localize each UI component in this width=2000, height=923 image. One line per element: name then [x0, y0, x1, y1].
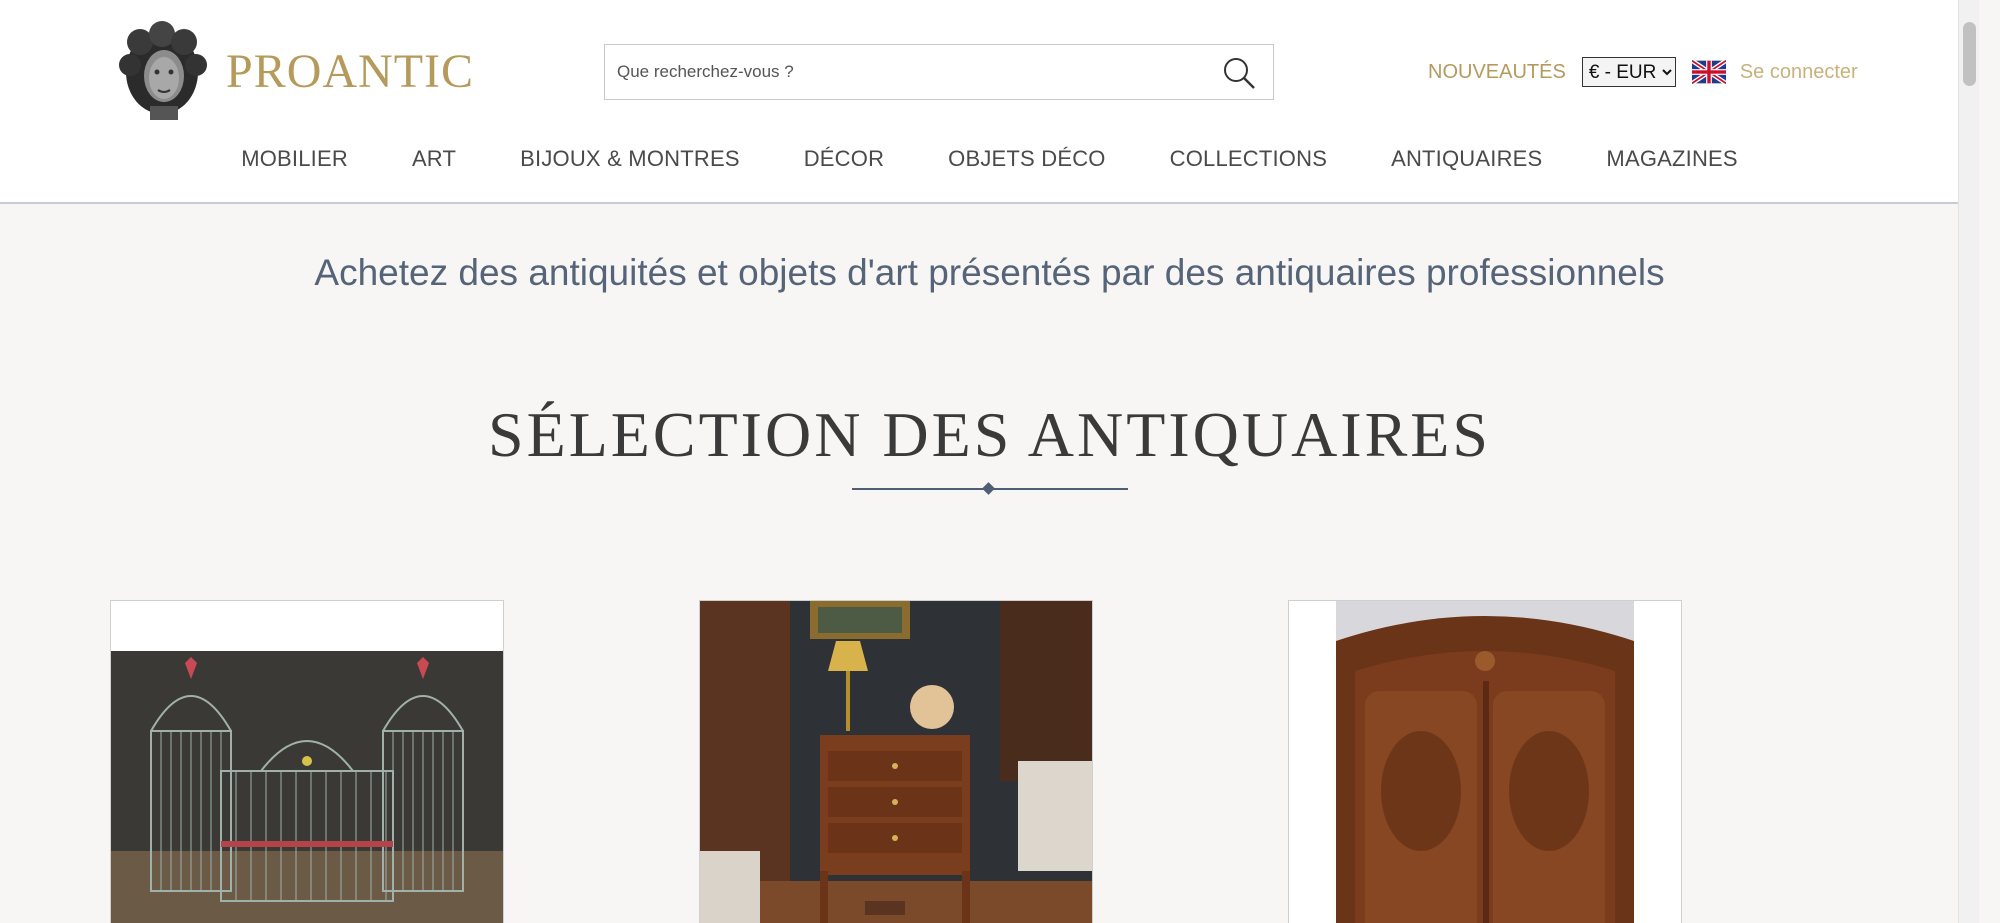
product-card[interactable] — [1288, 600, 1682, 923]
nav-item-mobilier[interactable]: MOBILIER — [241, 146, 348, 172]
logo-link[interactable]: PROANTIC — [112, 20, 474, 122]
search-input[interactable] — [605, 45, 1229, 99]
brand-name: PROANTIC — [226, 44, 475, 98]
bust-logo-icon — [119, 21, 207, 120]
section-title: SÉLECTION DES ANTIQUAIRES — [488, 399, 1491, 470]
search-box — [604, 44, 1274, 100]
nav-item-collections[interactable]: COLLECTIONS — [1170, 146, 1327, 172]
nouveautes-link[interactable]: NOUVEAUTÉS — [1428, 61, 1566, 84]
main-nav: MOBILIER ART BIJOUX & MONTRES DÉCOR OBJE… — [0, 146, 1979, 172]
scrollbar-thumb[interactable] — [1963, 22, 1976, 86]
currency-select[interactable]: € - EUR — [1581, 57, 1676, 87]
title-divider-diamond — [982, 482, 995, 495]
nav-item-art[interactable]: ART — [412, 146, 456, 172]
nav-item-objets-deco[interactable]: OBJETS DÉCO — [948, 146, 1105, 172]
uk-flag-icon[interactable] — [1691, 60, 1726, 84]
nav-item-antiquaires[interactable]: ANTIQUAIRES — [1391, 146, 1542, 172]
product-card[interactable] — [110, 600, 504, 923]
login-link[interactable]: Se connecter — [1740, 61, 1858, 84]
product-image-side-table[interactable] — [700, 601, 1093, 923]
product-card[interactable] — [699, 600, 1093, 923]
search-icon[interactable] — [1221, 55, 1257, 91]
nav-item-bijoux-montres[interactable]: BIJOUX & MONTRES — [520, 146, 740, 172]
page-scrollbar[interactable] — [1958, 0, 1979, 923]
site-header: PROANTIC NOUVEAUTÉS € - EUR — [0, 0, 1979, 204]
nav-item-decor[interactable]: DÉCOR — [804, 146, 884, 172]
product-image-armoire[interactable] — [1289, 601, 1682, 923]
header-tools: NOUVEAUTÉS € - EUR Se connecter — [1428, 55, 1858, 89]
nav-item-magazines[interactable]: MAGAZINES — [1606, 146, 1737, 172]
page: PROANTIC NOUVEAUTÉS € - EUR — [0, 0, 1979, 923]
product-image-birdcage[interactable] — [111, 601, 504, 923]
tagline: Achetez des antiquités et objets d'art p… — [314, 252, 1665, 293]
